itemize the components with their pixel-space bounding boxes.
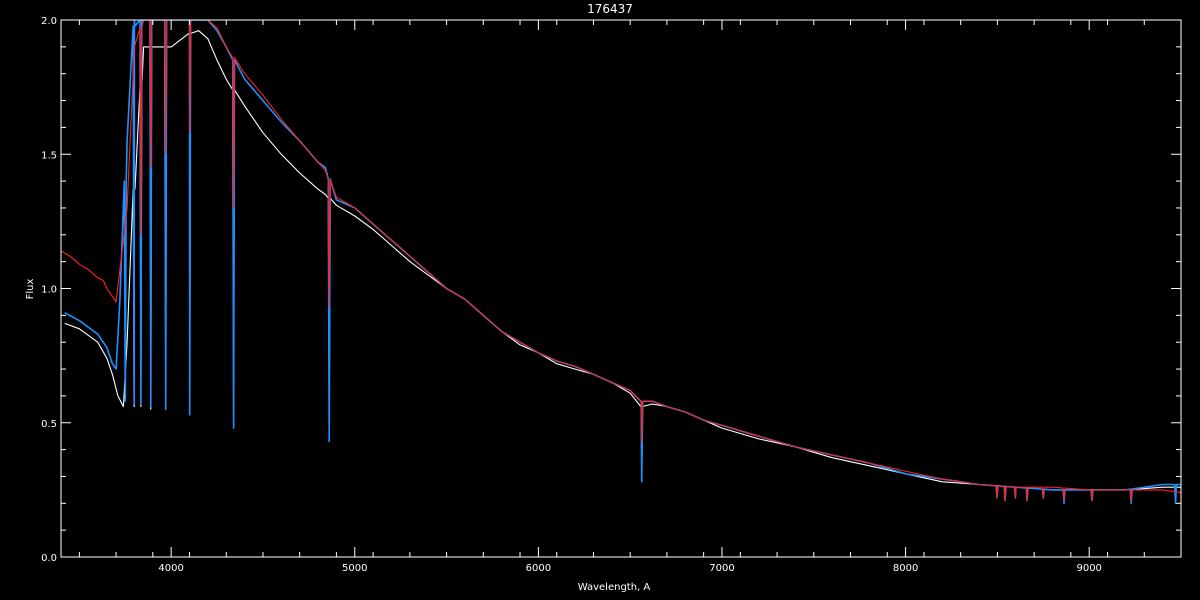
y-tick-label: 1.0 (41, 285, 57, 296)
y-tick-label: 0.5 (41, 419, 57, 430)
x-tick-label: 4000 (158, 563, 183, 574)
x-tick-label: 9000 (1076, 563, 1101, 574)
y-tick-label: 2.0 (41, 16, 57, 27)
x-tick-label: 5000 (342, 563, 367, 574)
x-tick-label: 6000 (526, 563, 551, 574)
x-tick-label: 7000 (709, 563, 734, 574)
chart-background (0, 0, 1200, 600)
spectrum-chart: 176437 4000 5000 6000 7000 8000 9000 0.0 0.5 1.0… (0, 0, 1200, 600)
chart-title: 176437 (587, 2, 633, 16)
y-tick-label: 0.0 (41, 553, 57, 564)
y-axis-label: Flux (25, 279, 36, 300)
y-tick-label: 1.5 (41, 150, 57, 161)
x-axis-label: Wavelength, A (578, 582, 651, 593)
x-tick-label: 8000 (893, 563, 918, 574)
